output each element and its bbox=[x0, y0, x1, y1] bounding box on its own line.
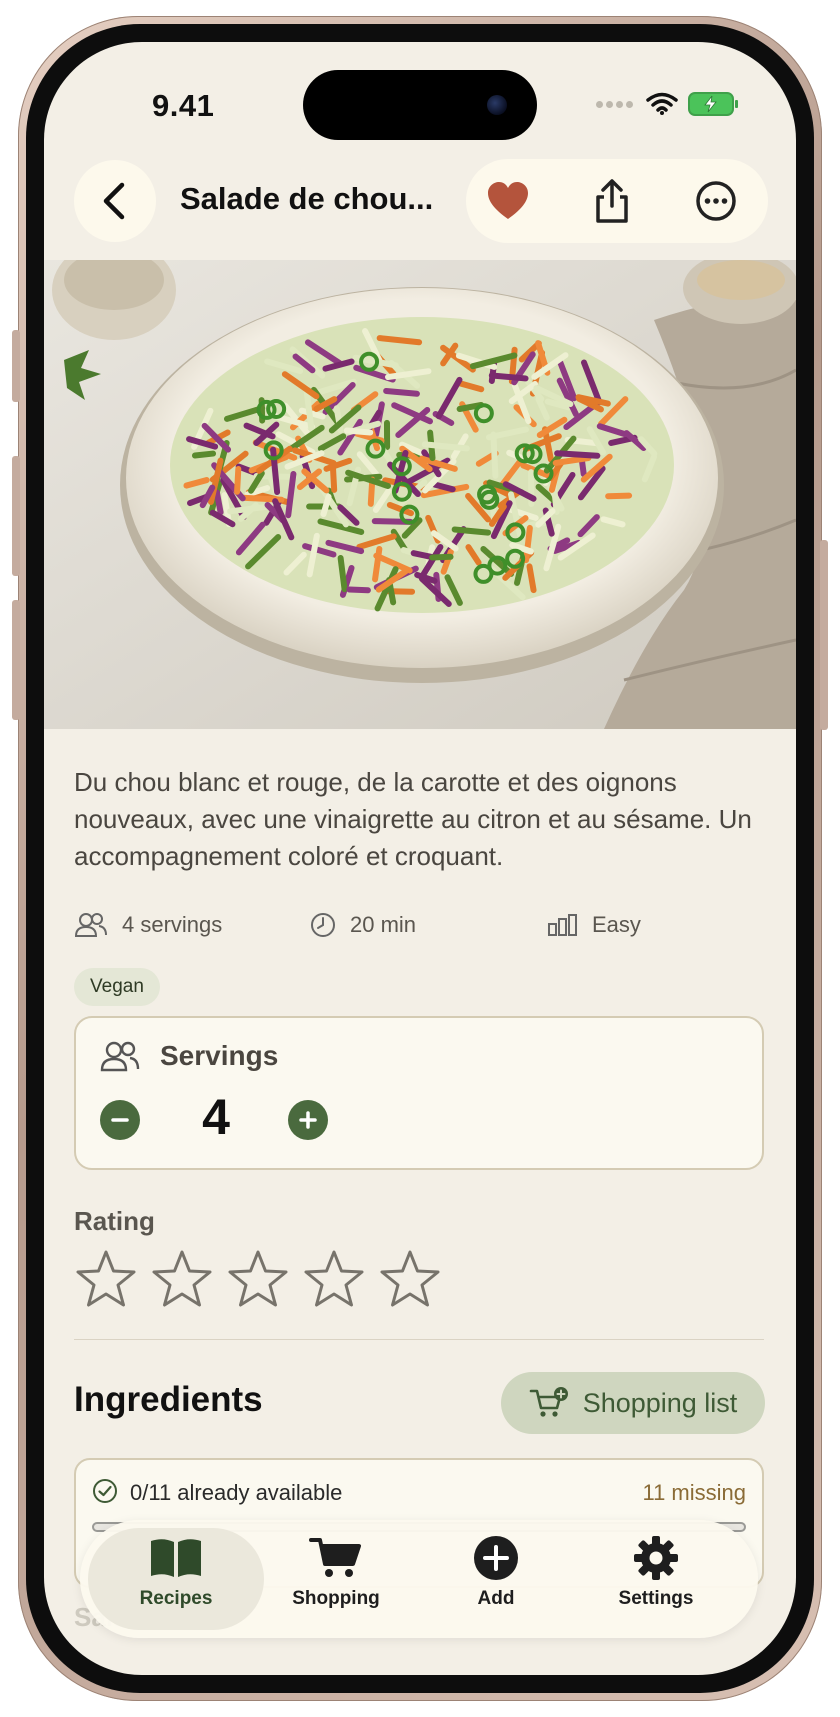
increase-servings-button[interactable] bbox=[288, 1100, 328, 1140]
share-button[interactable] bbox=[590, 179, 634, 223]
divider bbox=[74, 1339, 764, 1340]
check-circle-icon bbox=[93, 1479, 117, 1503]
plus-icon bbox=[299, 1111, 317, 1129]
tab-add-label: Add bbox=[477, 1588, 515, 1609]
decrease-servings-button[interactable] bbox=[100, 1100, 140, 1140]
plus-circle-icon bbox=[474, 1536, 518, 1580]
chevron-left-icon bbox=[103, 182, 125, 220]
cart-plus-icon bbox=[529, 1387, 568, 1417]
recipe-photo bbox=[44, 260, 796, 729]
signal-dots-icon bbox=[596, 95, 636, 113]
ellipsis-circle-icon bbox=[696, 181, 736, 221]
camera-icon bbox=[487, 95, 507, 115]
minus-icon bbox=[111, 1118, 129, 1122]
ingredients-title: Ingredients bbox=[74, 1380, 263, 1419]
tab-recipes-label: Recipes bbox=[139, 1588, 213, 1609]
cart-icon bbox=[309, 1538, 361, 1577]
clock-icon bbox=[311, 913, 335, 937]
page-title: Salade de chou... bbox=[180, 181, 434, 216]
book-icon bbox=[151, 1539, 201, 1577]
tab-settings-label: Settings bbox=[618, 1588, 694, 1609]
missing-count: 11 missing bbox=[642, 1480, 746, 1505]
tab-bar: Recipes Shopping Add Settings bbox=[80, 1520, 758, 1638]
screen: 9.41 Salade de chou... Du chou blanc et … bbox=[44, 42, 796, 1675]
tab-recipes[interactable]: Recipes bbox=[96, 1534, 256, 1610]
status-indicators bbox=[596, 92, 738, 116]
star-icon[interactable] bbox=[378, 1248, 442, 1308]
header-actions bbox=[466, 159, 768, 243]
meta-servings: 4 servings bbox=[74, 912, 222, 938]
gear-icon bbox=[634, 1536, 678, 1580]
back-button[interactable] bbox=[74, 160, 156, 242]
favorite-button[interactable] bbox=[486, 179, 530, 223]
more-options-button[interactable] bbox=[694, 179, 738, 223]
tab-add[interactable]: Add bbox=[416, 1534, 576, 1610]
people-icon bbox=[74, 913, 107, 937]
difficulty-meta-label: Easy bbox=[592, 912, 641, 937]
tab-shopping[interactable]: Shopping bbox=[256, 1534, 416, 1610]
power-button bbox=[820, 540, 828, 730]
star-icon[interactable] bbox=[226, 1248, 290, 1308]
shopping-list-label: Shopping list bbox=[582, 1387, 738, 1418]
wifi-icon bbox=[646, 92, 678, 115]
servings-count: 4 bbox=[202, 1089, 230, 1145]
recipe-description: Du chou blanc et rouge, de la carotte et… bbox=[74, 767, 752, 871]
battery-icon bbox=[688, 92, 738, 116]
shopping-list-button[interactable]: Shopping list bbox=[501, 1372, 765, 1434]
share-icon bbox=[596, 179, 628, 223]
heart-icon bbox=[488, 182, 528, 219]
difficulty-bars-icon bbox=[548, 914, 577, 936]
dynamic-island bbox=[303, 70, 537, 140]
servings-label: Servings bbox=[160, 1040, 279, 1071]
rating-stars bbox=[74, 1248, 442, 1308]
star-icon[interactable] bbox=[74, 1248, 138, 1308]
action-button bbox=[12, 330, 20, 402]
tab-settings[interactable]: Settings bbox=[576, 1534, 736, 1610]
volume-down-button bbox=[12, 600, 20, 720]
time-meta-label: 20 min bbox=[350, 912, 417, 937]
volume-up-button bbox=[12, 456, 20, 576]
meta-time: 20 min bbox=[310, 912, 416, 938]
star-icon[interactable] bbox=[302, 1248, 366, 1308]
star-icon[interactable] bbox=[150, 1248, 214, 1308]
people-icon bbox=[100, 1041, 140, 1072]
status-time: 9.41 bbox=[152, 88, 215, 123]
servings-card: Servings 4 bbox=[74, 1016, 764, 1170]
meta-difficulty: Easy bbox=[548, 912, 641, 938]
tag-vegan[interactable]: Vegan bbox=[74, 968, 160, 1006]
servings-meta-label: 4 servings bbox=[122, 912, 223, 937]
available-count: 0/11 already available bbox=[130, 1480, 343, 1505]
rating-label: Rating bbox=[74, 1206, 155, 1236]
tab-shopping-label: Shopping bbox=[292, 1588, 380, 1609]
